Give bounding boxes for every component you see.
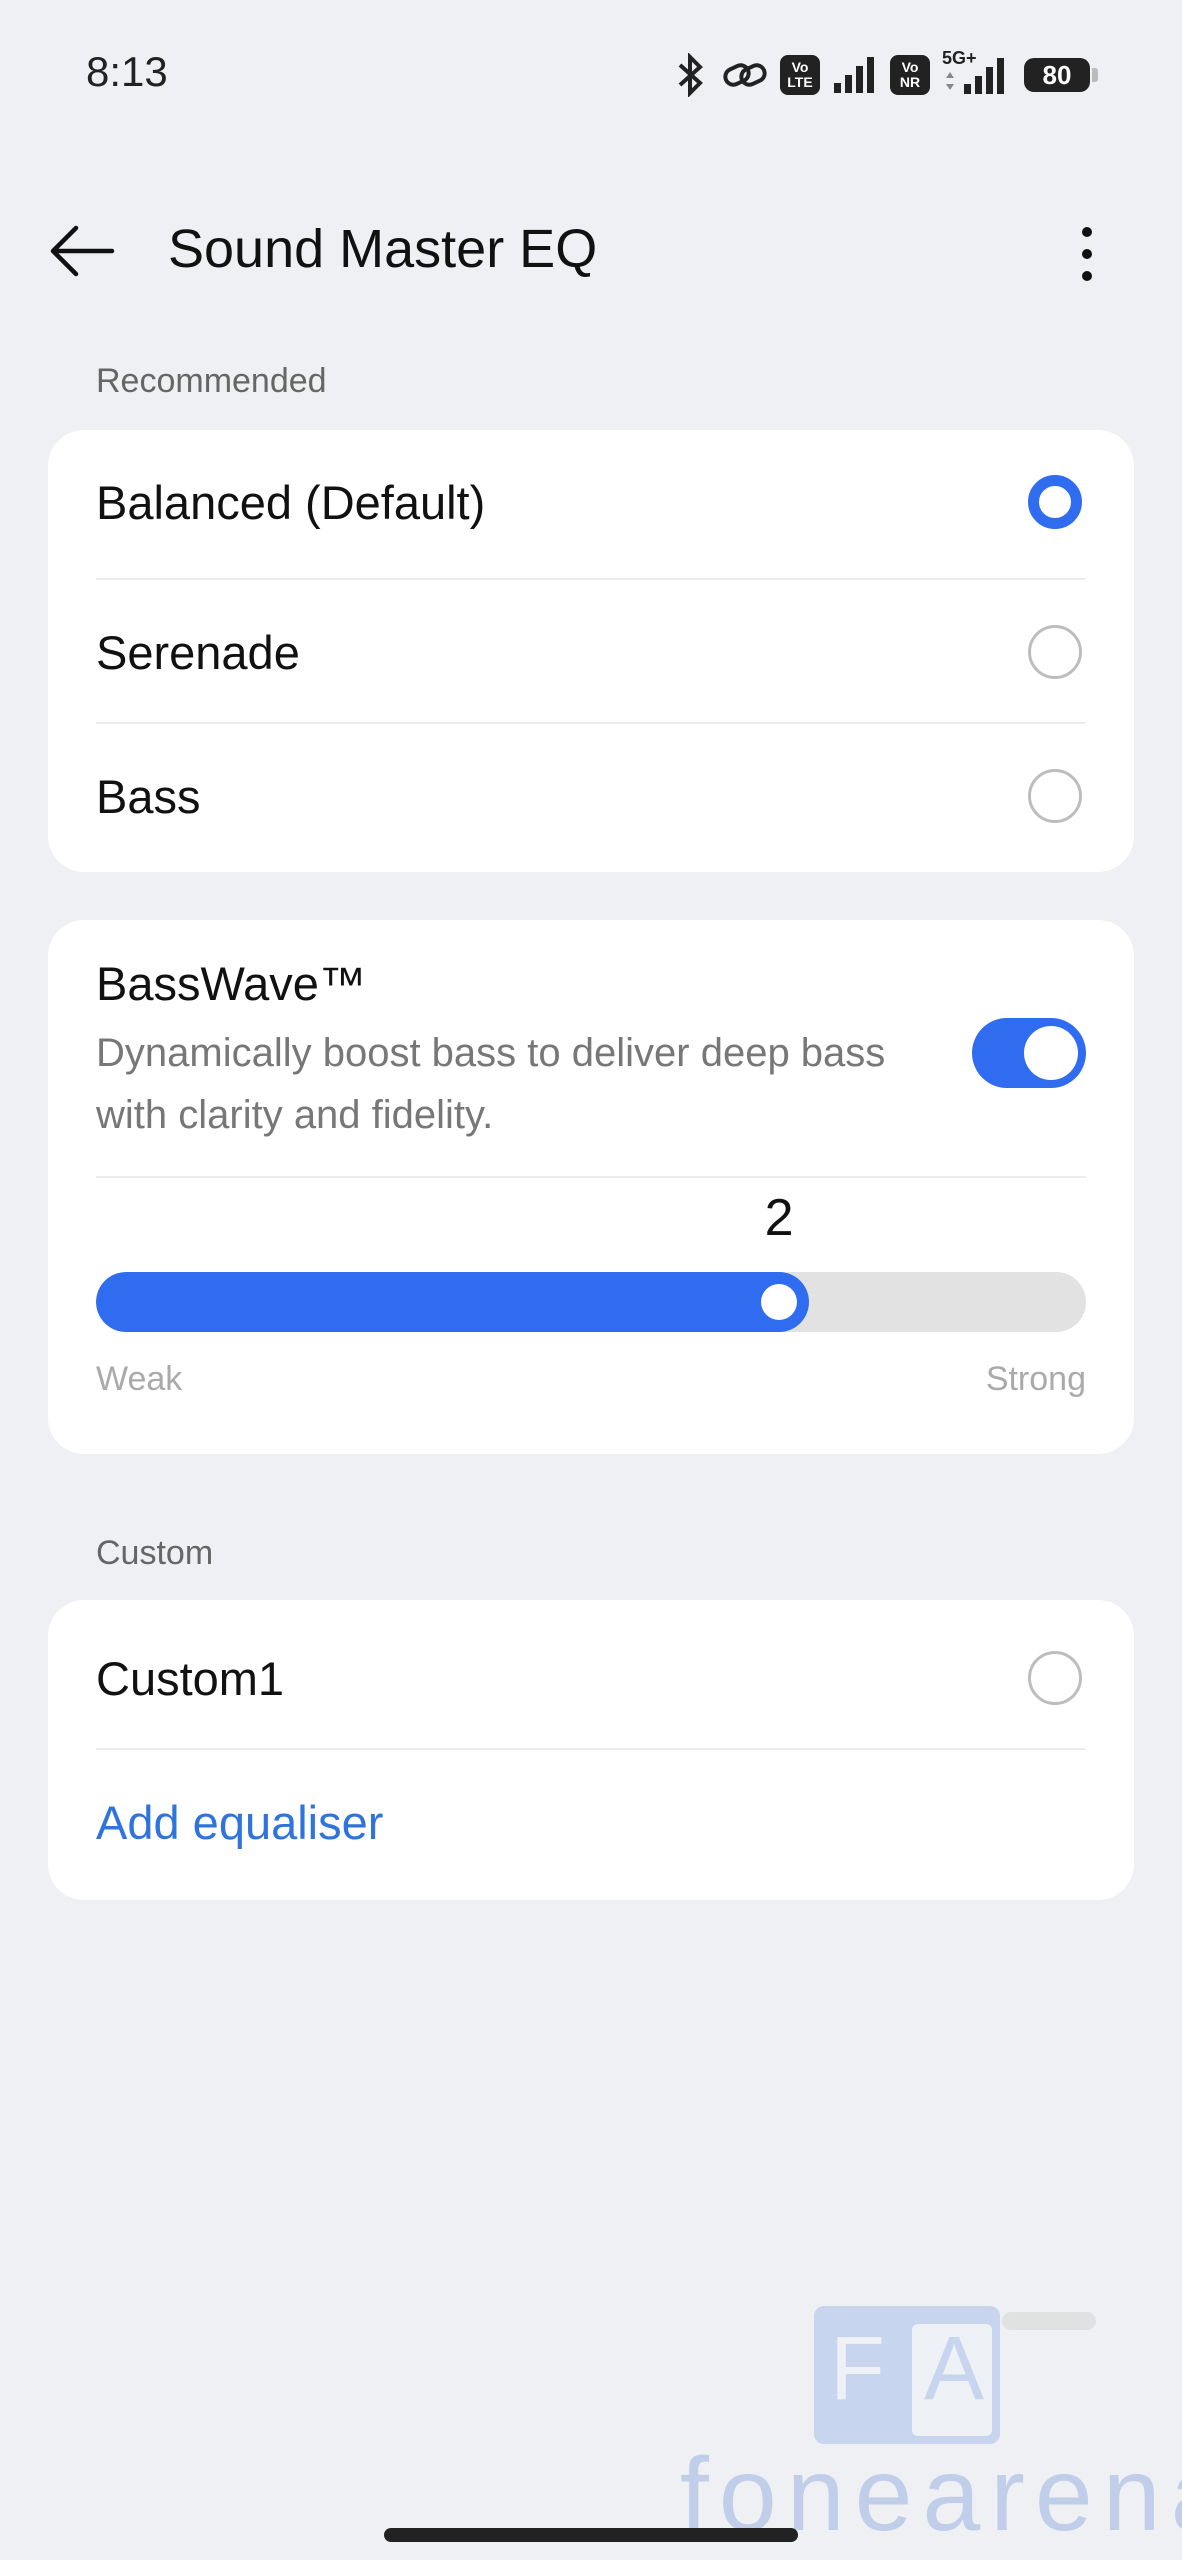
slider-fill: [96, 1272, 810, 1332]
eq-option-serenade[interactable]: Serenade: [96, 580, 1086, 724]
divider: [96, 1176, 1086, 1178]
eq-option-bass[interactable]: Bass: [96, 724, 1086, 868]
volte-icon: Vo LTE: [780, 55, 820, 95]
eq-option-label: Balanced (Default): [96, 475, 486, 529]
home-indicator[interactable]: [384, 2528, 798, 2542]
basswave-title: BassWave™: [96, 957, 366, 1010]
status-time: 8:13: [86, 48, 168, 95]
radio-selected-icon[interactable]: [1028, 475, 1082, 529]
vonr-icon: Vo NR: [890, 55, 930, 95]
slider-thumb[interactable]: [761, 1284, 798, 1320]
toggle-knob: [1024, 1026, 1078, 1080]
more-dot-icon: [1082, 271, 1092, 281]
watermark-logo: F A: [814, 2306, 1000, 2444]
eq-option-label: Bass: [96, 769, 201, 823]
volte-top-label: Vo: [791, 59, 809, 75]
bluetooth-icon: [670, 53, 710, 97]
status-icons: Vo LTE Vo NR 5G+ 80: [670, 48, 1098, 100]
custom-card: Custom1 Add equaliser: [48, 1600, 1134, 1900]
recommended-card: Balanced (Default) Serenade Bass: [48, 430, 1134, 872]
eq-option-label: Serenade: [96, 625, 300, 679]
more-dot-icon: [1082, 227, 1092, 237]
app-bar: Sound Master EQ: [0, 190, 1182, 310]
battery-icon: 80: [1024, 58, 1098, 92]
vonr-bottom-label: NR: [899, 74, 921, 90]
add-equaliser-link[interactable]: Add equaliser: [96, 1795, 383, 1850]
more-options-button[interactable]: [1052, 218, 1122, 290]
back-button[interactable]: [44, 216, 120, 286]
signal-icon: [832, 55, 878, 95]
basswave-description: Dynamically boost bass to deliver deep b…: [96, 1031, 886, 1137]
basswave-level-value: 2: [764, 1189, 794, 1247]
radio-unselected-icon[interactable]: [1028, 769, 1082, 823]
radio-unselected-icon[interactable]: [1028, 625, 1082, 679]
back-arrow-icon: [50, 225, 115, 277]
vonr-top-label: Vo: [901, 59, 919, 75]
basswave-toggle[interactable]: [972, 1018, 1086, 1088]
eq-option-balanced[interactable]: Balanced (Default): [96, 430, 1086, 574]
section-header-custom: Custom: [96, 1534, 214, 1572]
status-bar: 8:13 Vo LTE Vo NR 5G+ 80: [0, 0, 1182, 150]
basswave-card: BassWave™ Dynamically boost bass to deli…: [48, 920, 1134, 1454]
volte-bottom-label: LTE: [787, 74, 813, 90]
slider-max-label: Strong: [985, 1360, 1086, 1398]
page-title: Sound Master EQ: [168, 219, 598, 279]
battery-level: 80: [1042, 59, 1072, 90]
more-dot-icon: [1082, 249, 1092, 259]
radio-unselected-icon[interactable]: [1028, 1651, 1082, 1705]
add-equaliser-row[interactable]: Add equaliser: [96, 1750, 1086, 1894]
fonearena-watermark: F A fonearena: [680, 2306, 1182, 2553]
5g-signal-icon: 5G+: [942, 48, 1012, 98]
eq-option-label: Custom1: [96, 1651, 285, 1705]
section-header-recommended: Recommended: [96, 362, 327, 400]
slider-min-label: Weak: [96, 1360, 183, 1398]
basswave-slider[interactable]: [96, 1272, 1086, 1332]
link-icon: [722, 55, 768, 95]
eq-option-custom1[interactable]: Custom1: [96, 1606, 1086, 1750]
